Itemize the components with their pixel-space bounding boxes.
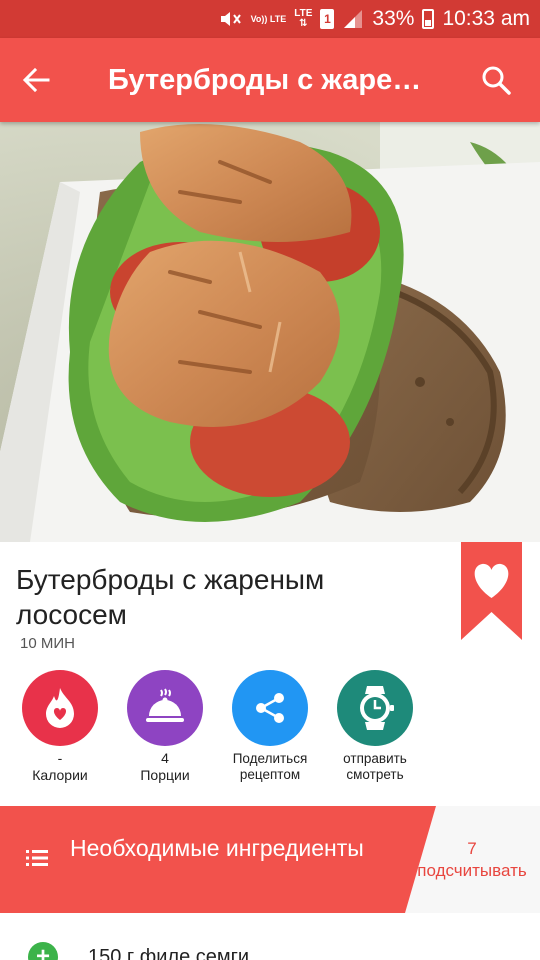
share-recipe-action[interactable]: Поделиться рецептом	[218, 670, 322, 783]
share-recipe-label: Поделиться рецептом	[232, 751, 308, 782]
serving-cloche-icon	[127, 670, 203, 746]
status-icons: Vo)) LTE LTE ⇅ 1 33% 10:33 am	[219, 0, 530, 38]
calories-flame-icon	[22, 670, 98, 746]
search-icon	[482, 66, 511, 95]
ingredients-count-label: подсчитывать	[417, 861, 527, 880]
send-to-watch-action[interactable]: отправить смотреть	[323, 670, 427, 783]
lte-icon: LTE ⇅	[294, 9, 312, 29]
page-title: Бутерброды с жарен…	[108, 64, 438, 96]
recipe-title: Бутерброды с жареным лососем	[16, 564, 325, 630]
send-to-watch-label: отправить смотреть	[343, 751, 407, 782]
calories-value: -	[57, 750, 63, 766]
calories-action[interactable]: - Калории	[8, 670, 112, 784]
data-arrows-icon: ⇅	[299, 18, 308, 29]
status-bar: Vo)) LTE LTE ⇅ 1 33% 10:33 am	[0, 0, 540, 38]
arrow-left-icon	[22, 67, 50, 93]
ingredients-count: 7	[467, 839, 477, 858]
ingredients-count-button[interactable]: 7 подсчитывать	[410, 838, 534, 882]
servings-label: Порции	[140, 767, 190, 783]
calories-label: Калории	[32, 767, 88, 783]
list-item: + 150 г филе семги	[0, 930, 540, 960]
favorite-button[interactable]	[461, 542, 522, 640]
recipe-photo	[0, 122, 540, 542]
list-icon	[26, 848, 50, 873]
clock: 10:33 am	[442, 7, 530, 30]
back-button[interactable]	[14, 58, 58, 102]
servings-action[interactable]: 4 Порции	[113, 670, 217, 784]
sim-icon: 1	[320, 9, 335, 29]
ingredients-title: Необходимые ингредиенты	[70, 835, 364, 861]
battery-icon	[422, 9, 435, 29]
signal-icon	[342, 9, 364, 29]
plus-icon: +	[35, 943, 50, 960]
servings-value: 4	[161, 750, 169, 766]
search-button[interactable]	[474, 58, 518, 102]
add-ingredient-button[interactable]: +	[28, 942, 58, 960]
share-icon	[232, 670, 308, 746]
app-root: Vo)) LTE LTE ⇅ 1 33% 10:33 am Бутерброды…	[0, 0, 540, 960]
app-bar: Бутерброды с жарен…	[0, 38, 540, 122]
watch-icon	[337, 670, 413, 746]
mute-icon	[219, 9, 243, 29]
ingredient-text: 150 г филе семги	[88, 946, 250, 960]
battery-percent: 33%	[372, 7, 415, 30]
volte-icon: Vo)) LTE	[250, 13, 287, 24]
ingredients-header: Необходимые ингредиенты 7 подсчитывать	[0, 806, 540, 913]
recipe-time: 10 МИН	[20, 635, 75, 652]
